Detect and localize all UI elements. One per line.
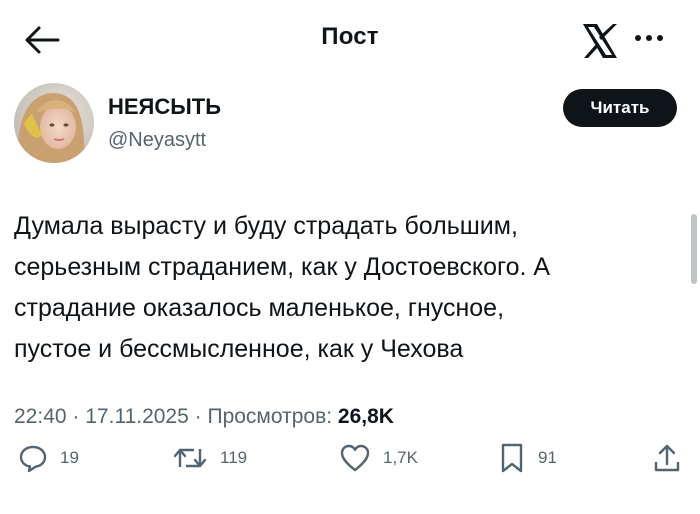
more-dots-icon: [635, 35, 663, 41]
bookmark-count: 91: [538, 448, 557, 467]
reply-button[interactable]: 19: [18, 440, 79, 476]
meta-separator: ·: [72, 405, 80, 428]
like-count: 1,7K: [383, 448, 418, 467]
action-bar: 19 119 1,7K 91: [0, 440, 700, 490]
more-options-button[interactable]: [630, 22, 670, 58]
author-name[interactable]: НЕЯСЫТЬ: [108, 94, 221, 120]
heart-icon: [340, 444, 370, 472]
views-label: Просмотров:: [207, 405, 333, 428]
meta-separator: ·: [194, 405, 202, 428]
like-button[interactable]: 1,7K: [339, 440, 418, 476]
post-text: Думала вырасту и буду страдать большим, …: [14, 212, 551, 363]
top-bar: Пост: [0, 0, 700, 80]
scrollbar[interactable]: [691, 214, 697, 284]
views-count: 26,8K: [337, 405, 394, 428]
reply-icon: [19, 445, 47, 473]
read-button[interactable]: Читать: [563, 89, 677, 127]
post-date[interactable]: 17.11.2025: [85, 405, 189, 428]
avatar-photo: [14, 83, 94, 163]
author-handle[interactable]: @Neyasytt: [108, 129, 206, 152]
share-button[interactable]: [652, 440, 682, 476]
avatar[interactable]: [14, 83, 94, 163]
reply-count: 19: [60, 448, 79, 467]
post-meta: 22:40 · 17.11.2025 · Просмотров: 26,8K: [14, 405, 394, 429]
repost-button[interactable]: 119: [172, 440, 247, 476]
post-time[interactable]: 22:40: [14, 405, 67, 428]
x-logo-icon[interactable]: [580, 22, 620, 60]
repost-icon: [173, 448, 207, 468]
bookmark-icon: [501, 443, 523, 473]
share-icon: [654, 444, 680, 472]
repost-count: 119: [220, 448, 248, 467]
bookmark-button[interactable]: 91: [498, 440, 557, 476]
